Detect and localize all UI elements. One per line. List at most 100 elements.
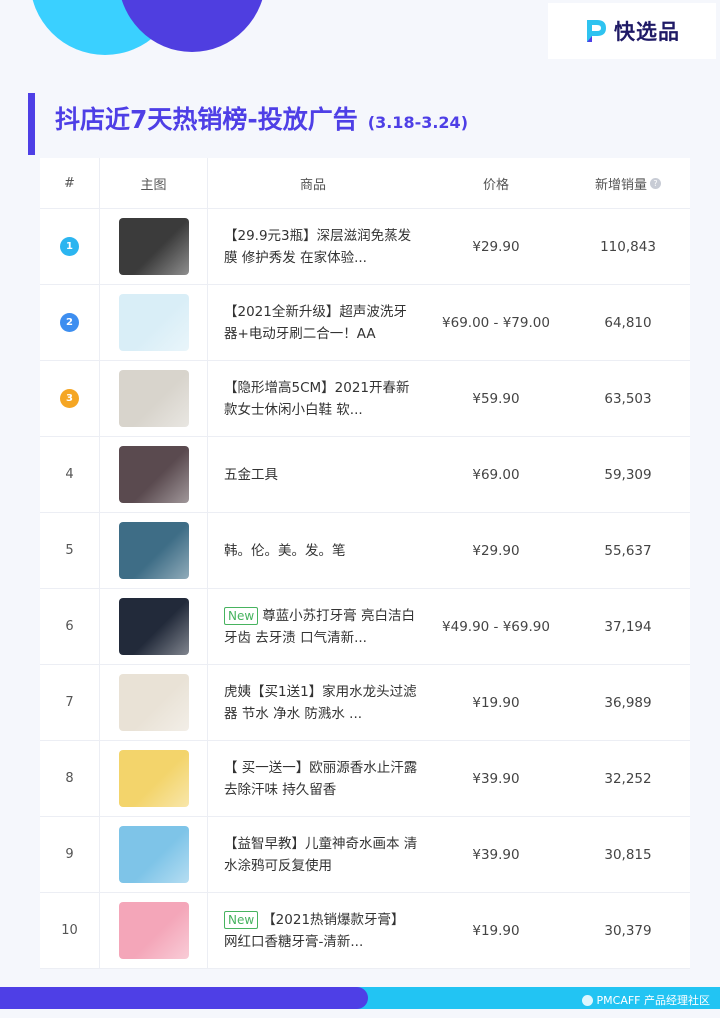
product-title[interactable]: 虎姨【买1送1】家用水龙头过滤器 节水 净水 防溅水 ... [224, 681, 418, 725]
price-cell: ¥69.00 [472, 466, 520, 483]
rank-number: 8 [65, 771, 74, 786]
goods-cell: 虎姨【买1送1】家用水龙头过滤器 节水 净水 防溅水 ... [208, 665, 426, 740]
rank-cell: 2 [40, 285, 100, 360]
product-title[interactable]: 【29.9元3瓶】深层滋润免蒸发膜 修护秀发 在家体验... [224, 225, 418, 269]
title-accent-bar [28, 93, 35, 155]
product-title[interactable]: 【2021全新升级】超声波洗牙器+电动牙刷二合一！AA [224, 301, 418, 345]
sales-cell: 64,810 [604, 314, 652, 331]
product-title[interactable]: 【 买一送一】欧丽源香水止汗露 去除汗味 持久留香 [224, 757, 418, 801]
rank-number: 7 [65, 695, 74, 710]
new-badge: New [224, 910, 259, 929]
price-cell: ¥39.90 [472, 770, 520, 787]
goods-cell: New 尊蓝小苏打牙膏 亮白洁白牙齿 去牙渍 口气清新... [208, 589, 426, 664]
table-row[interactable]: 9 【益智早教】儿童神奇水画本 清水涂鸦可反复使用 ¥39.90 30,815 [40, 817, 690, 893]
table-row[interactable]: 3 【隐形增高5CM】2021开春新款女士休闲小白鞋 软... ¥59.90 63,5… [40, 361, 690, 437]
product-name: 【 买一送一】欧丽源香水止汗露 去除汗味 持久留香 [224, 759, 418, 798]
table-row[interactable]: 2 【2021全新升级】超声波洗牙器+电动牙刷二合一！AA ¥69.00 - ¥79… [40, 285, 690, 361]
product-title[interactable]: New 【2021热销爆款牙膏】网红口香糖牙膏-清新... [224, 909, 418, 953]
sales-cell: 36,989 [604, 694, 652, 711]
footer-watermark: PMCAFF 产品经理社区 [581, 992, 710, 1008]
product-title[interactable]: 【隐形增高5CM】2021开春新款女士休闲小白鞋 软... [224, 377, 418, 421]
rank-cell: 10 [40, 893, 100, 968]
product-thumbnail[interactable] [118, 598, 189, 655]
table-header: # 主图 商品 价格 新增销量 ? [40, 158, 690, 209]
table-row[interactable]: 5 韩。伦。美。发。笔 ¥29.90 55,637 [40, 513, 690, 589]
sales-cell: 110,843 [600, 238, 656, 255]
rank-cell: 4 [40, 437, 100, 512]
image-cell [100, 893, 208, 968]
goods-cell: 韩。伦。美。发。笔 [208, 513, 426, 588]
page-title: 抖店近7天热销榜-投放广告 (3.18-3.24) [55, 100, 468, 136]
sales-cell: 59,309 [604, 466, 652, 483]
goods-cell: New 【2021热销爆款牙膏】网红口香糖牙膏-清新... [208, 893, 426, 968]
image-cell [100, 513, 208, 588]
sales-cell: 32,252 [604, 770, 652, 787]
rank-number: 5 [65, 543, 74, 558]
product-title[interactable]: New 尊蓝小苏打牙膏 亮白洁白牙齿 去牙渍 口气清新... [224, 605, 418, 649]
price-cell: ¥29.90 [472, 542, 520, 559]
rank-badge: 1 [60, 237, 79, 256]
product-title[interactable]: 【益智早教】儿童神奇水画本 清水涂鸦可反复使用 [224, 833, 418, 877]
price-cell: ¥49.90 - ¥69.90 [442, 618, 550, 635]
help-icon[interactable]: ? [650, 177, 661, 189]
table-row[interactable]: 10 New 【2021热销爆款牙膏】网红口香糖牙膏-清新... ¥19.90 30,3… [40, 893, 690, 969]
watermark-text: PMCAFF 产品经理社区 [596, 994, 710, 1007]
table-row[interactable]: 1 【29.9元3瓶】深层滋润免蒸发膜 修护秀发 在家体验... ¥29.90 110… [40, 209, 690, 285]
product-title[interactable]: 五金工具 [224, 464, 278, 486]
page-title-main: 抖店近7天热销榜-投放广告 [55, 105, 358, 134]
new-badge: New [224, 606, 259, 625]
rank-number: 6 [65, 619, 74, 634]
rank-number: 4 [65, 467, 74, 482]
product-name: 【2021全新升级】超声波洗牙器+电动牙刷二合一！AA [224, 303, 407, 342]
product-thumbnail[interactable] [118, 522, 189, 579]
header-price[interactable]: 价格 [426, 158, 566, 208]
product-thumbnail[interactable] [118, 902, 189, 959]
product-thumbnail[interactable] [118, 446, 189, 503]
table-row[interactable]: 4 五金工具 ¥69.00 59,309 [40, 437, 690, 513]
rank-cell: 9 [40, 817, 100, 892]
sales-cell: 30,815 [604, 846, 652, 863]
product-thumbnail[interactable] [118, 826, 189, 883]
price-cell: ¥39.90 [472, 846, 520, 863]
image-cell [100, 589, 208, 664]
image-cell [100, 437, 208, 512]
brand-logo-text: 快选品 [614, 20, 680, 44]
product-thumbnail[interactable] [118, 294, 189, 351]
product-name: 韩。伦。美。发。笔 [224, 542, 346, 559]
watermark-logo-icon [581, 994, 593, 1006]
brand-logo: 快选品 [548, 3, 716, 59]
rank-cell: 7 [40, 665, 100, 740]
product-name: 虎姨【买1送1】家用水龙头过滤器 节水 净水 防溅水 ... [224, 683, 417, 722]
rank-cell: 6 [40, 589, 100, 664]
goods-cell: 【 买一送一】欧丽源香水止汗露 去除汗味 持久留香 [208, 741, 426, 816]
product-thumbnail[interactable] [118, 674, 189, 731]
price-cell: ¥19.90 [472, 694, 520, 711]
goods-cell: 【益智早教】儿童神奇水画本 清水涂鸦可反复使用 [208, 817, 426, 892]
product-thumbnail[interactable] [118, 218, 189, 275]
footer-bar-purple [0, 987, 368, 1009]
goods-cell: 【2021全新升级】超声波洗牙器+电动牙刷二合一！AA [208, 285, 426, 360]
ranking-table: # 主图 商品 价格 新增销量 ? 1 【29.9元3瓶】深层滋润免蒸发膜 修护秀… [40, 158, 690, 969]
table-row[interactable]: 8 【 买一送一】欧丽源香水止汗露 去除汗味 持久留香 ¥39.90 32,252 [40, 741, 690, 817]
image-cell [100, 817, 208, 892]
product-name: 【29.9元3瓶】深层滋润免蒸发膜 修护秀发 在家体验... [224, 227, 412, 266]
rank-cell: 1 [40, 209, 100, 284]
header-goods: 商品 [208, 158, 426, 208]
sales-cell: 63,503 [604, 390, 652, 407]
table-row[interactable]: 6 New 尊蓝小苏打牙膏 亮白洁白牙齿 去牙渍 口气清新... ¥49.90 - ¥… [40, 589, 690, 665]
rank-cell: 8 [40, 741, 100, 816]
goods-cell: 五金工具 [208, 437, 426, 512]
table-row[interactable]: 7 虎姨【买1送1】家用水龙头过滤器 节水 净水 防溅水 ... ¥19.90 36,… [40, 665, 690, 741]
image-cell [100, 741, 208, 816]
rank-number: 10 [61, 923, 78, 938]
price-cell: ¥19.90 [472, 922, 520, 939]
product-title[interactable]: 韩。伦。美。发。笔 [224, 540, 346, 562]
product-thumbnail[interactable] [118, 750, 189, 807]
brand-logo-icon [587, 20, 606, 42]
header-sales[interactable]: 新增销量 ? [566, 158, 690, 208]
price-cell: ¥59.90 [472, 390, 520, 407]
header-sales-label: 新增销量 [594, 177, 647, 193]
sales-cell: 37,194 [604, 618, 652, 635]
product-thumbnail[interactable] [118, 370, 189, 427]
rank-badge: 2 [60, 313, 79, 332]
